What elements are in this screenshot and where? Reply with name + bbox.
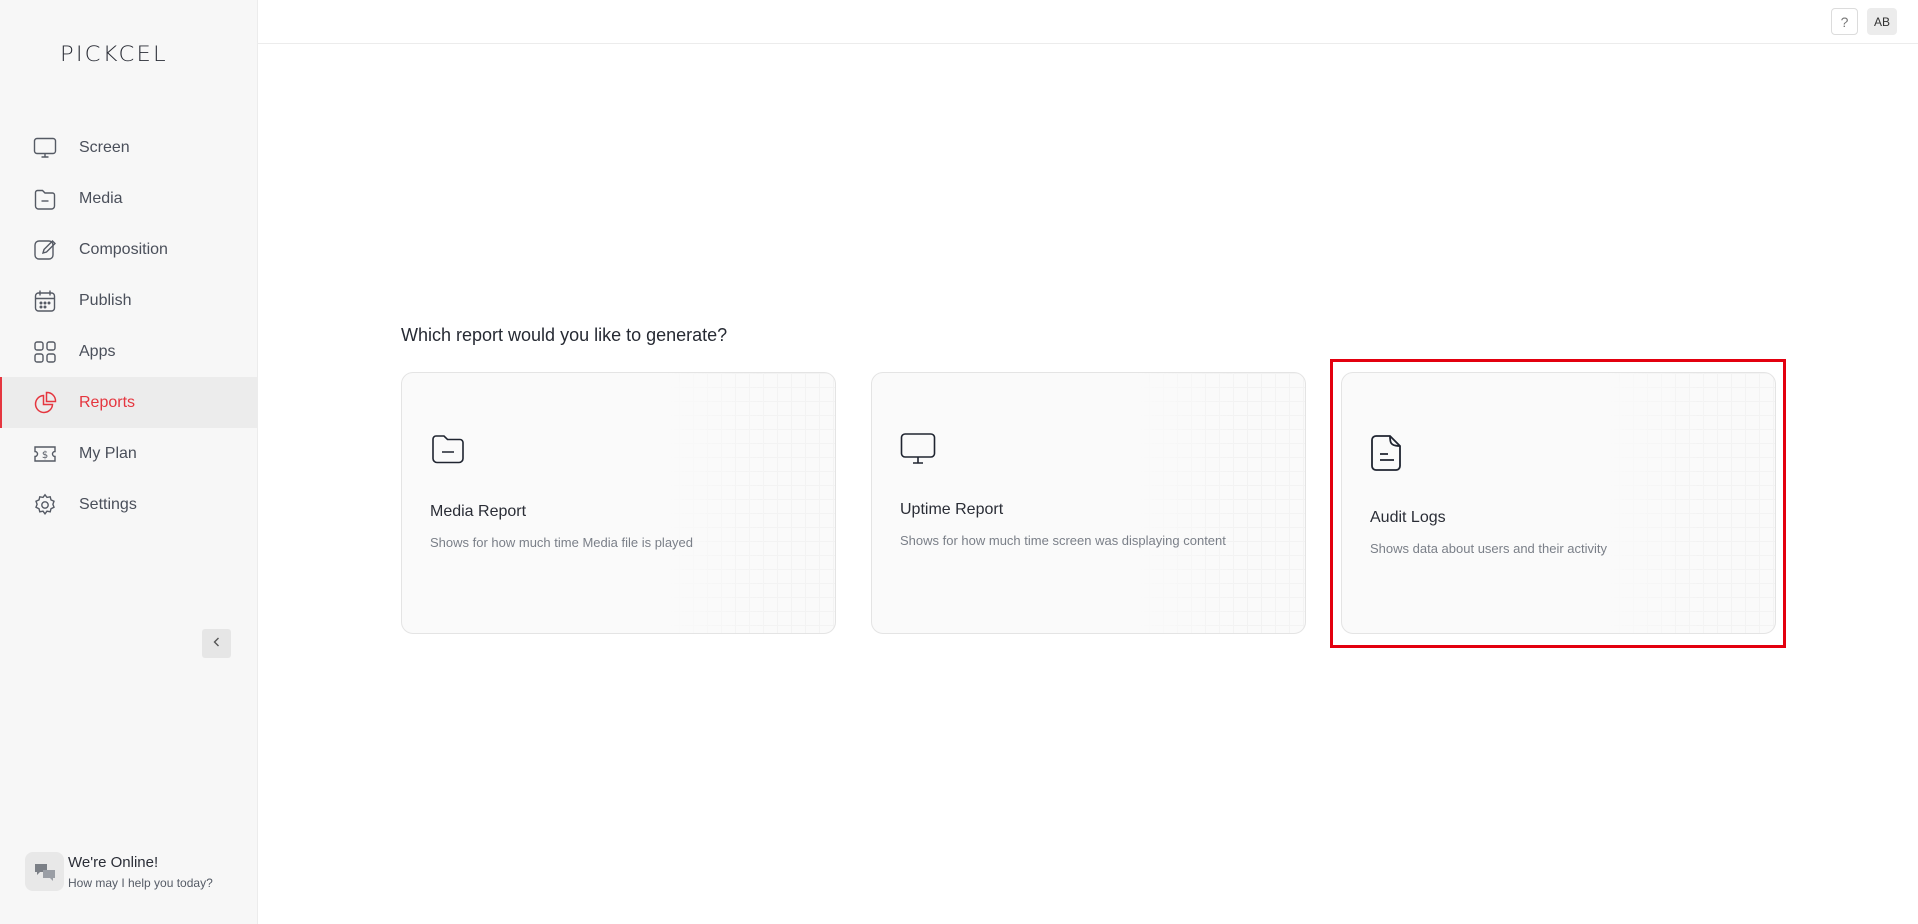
document-icon: [1370, 433, 1406, 471]
card-title: Audit Logs: [1370, 509, 1446, 526]
sidebar-item-label: Screen: [79, 138, 130, 156]
card-title: Media Report: [430, 503, 527, 520]
chat-title: We're Online!: [68, 853, 159, 871]
sidebar-item-reports[interactable]: Reports: [0, 377, 258, 428]
uptime-report-card[interactable]: Uptime Report Shows for how much time sc…: [871, 372, 1306, 634]
page-question: Which report would you like to generate?: [401, 325, 728, 345]
sidebar-item-publish[interactable]: Publish: [0, 275, 258, 326]
audit-logs-card[interactable]: Audit Logs Shows data about users and th…: [1341, 372, 1776, 634]
card-title: Uptime Report: [900, 501, 1004, 518]
card-grid-decoration: [665, 373, 835, 633]
sidebar-item-settings[interactable]: Settings: [0, 479, 258, 530]
sidebar-item-label: Settings: [79, 495, 137, 513]
gear-icon: [33, 493, 57, 517]
sidebar-item-label: Composition: [79, 240, 168, 258]
collapse-sidebar-button[interactable]: [202, 629, 231, 658]
folder-icon: [430, 431, 466, 467]
chat-subtitle: How may I help you today?: [68, 875, 213, 890]
apps-grid-icon: [33, 340, 57, 364]
sidebar-item-composition[interactable]: Composition: [0, 224, 258, 275]
folder-icon: [33, 187, 57, 211]
card-description: Shows for how much time Media file is pl…: [430, 535, 694, 550]
sidebar-item-label: Reports: [79, 393, 136, 411]
sidebar-nav: Screen Media Composition Publish Apps Re…: [0, 122, 258, 530]
monitor-icon: [900, 431, 936, 467]
sidebar-item-apps[interactable]: Apps: [0, 326, 258, 377]
user-avatar[interactable]: AB: [1867, 8, 1897, 35]
dollar-ticket-icon: $: [33, 442, 57, 466]
sidebar-item-label: Media: [79, 189, 123, 207]
calendar-icon: [33, 289, 57, 313]
help-button[interactable]: ?: [1831, 8, 1858, 35]
sidebar-item-screen[interactable]: Screen: [0, 122, 258, 173]
card-grid-decoration: [1135, 373, 1305, 633]
edit-icon: [33, 238, 57, 262]
card-grid-decoration: [1605, 373, 1775, 633]
chevron-left-icon: [211, 635, 223, 653]
chat-widget[interactable]: We're Online! How may I help you today?: [25, 852, 213, 891]
media-report-card[interactable]: Media Report Shows for how much time Med…: [401, 372, 836, 634]
sidebar-item-label: Apps: [79, 342, 116, 360]
monitor-icon: [33, 136, 57, 160]
sidebar-item-media[interactable]: Media: [0, 173, 258, 224]
sidebar: PICKCEL Screen Media Composition Publish: [0, 0, 258, 924]
card-description: Shows for how much time screen was displ…: [900, 533, 1226, 548]
chat-bubbles-icon: [25, 852, 64, 891]
top-bar: ? AB: [258, 0, 1918, 44]
sidebar-item-label: Publish: [79, 291, 132, 309]
pickcel-logo[interactable]: PICKCEL: [60, 42, 168, 66]
svg-text:$: $: [42, 450, 48, 461]
card-description: Shows data about users and their activit…: [1370, 541, 1608, 556]
sidebar-item-label: My Plan: [79, 444, 137, 462]
pie-chart-icon: [33, 391, 57, 415]
sidebar-item-my-plan[interactable]: $ My Plan: [0, 428, 258, 479]
